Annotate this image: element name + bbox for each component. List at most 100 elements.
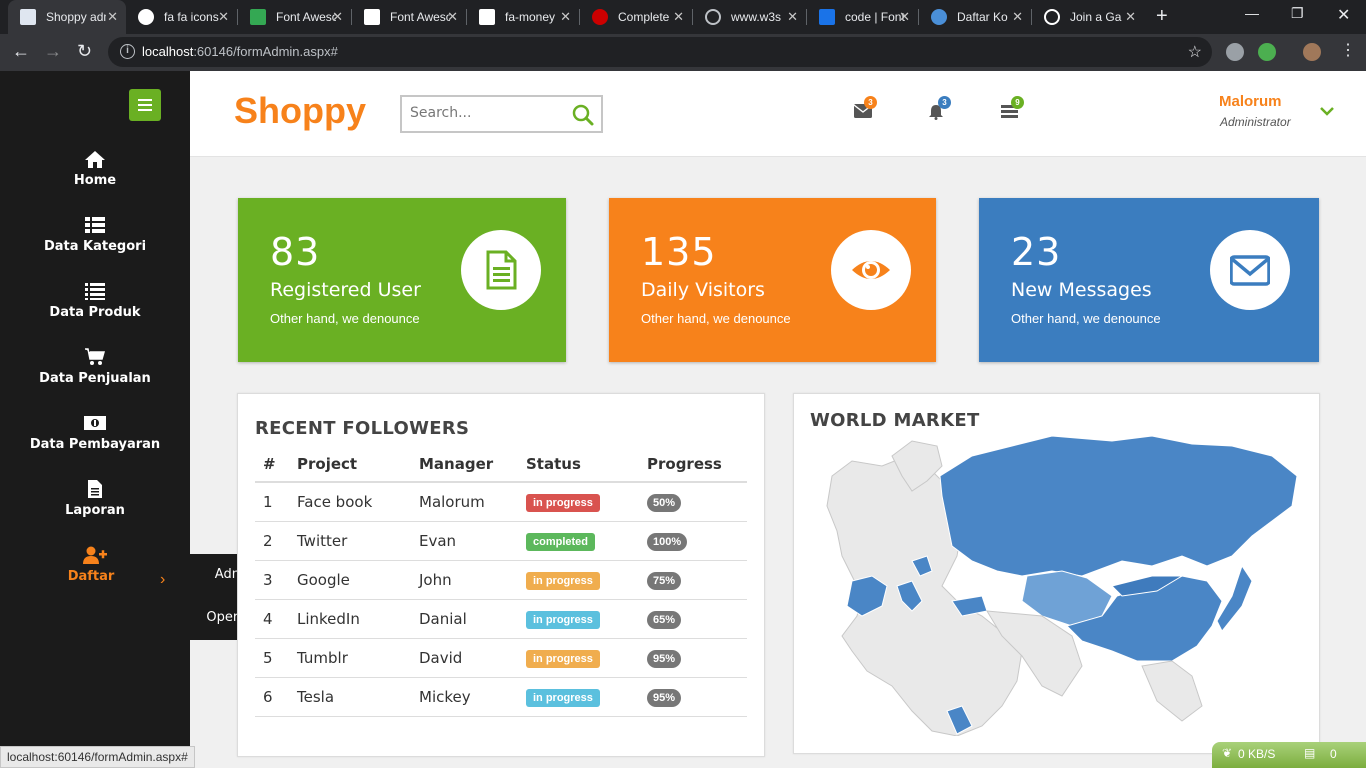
profile-avatar[interactable]	[1303, 43, 1321, 61]
bookmark-star-icon[interactable]: ☆	[1188, 42, 1202, 62]
status-badge: in progress	[526, 610, 600, 629]
table-row: 1 Face book Malorum in progress 50%	[255, 482, 747, 522]
browser-tab[interactable]: code | Font ✕	[807, 0, 918, 34]
world-market-panel: WORLD MARKET	[793, 393, 1320, 754]
stat-subtitle: Other hand, we denounce	[1011, 311, 1161, 326]
menu-toggle-button[interactable]	[129, 89, 161, 121]
browser-tab[interactable]: www.w3s ✕	[693, 0, 806, 34]
close-tab-icon[interactable]: ✕	[1125, 10, 1136, 23]
stat-subtitle: Other hand, we denounce	[270, 311, 420, 326]
flag-icon	[479, 9, 495, 25]
home-icon	[85, 151, 105, 168]
hamburger-line	[138, 109, 152, 111]
list-icon	[85, 217, 105, 233]
restore-button[interactable]: ❐	[1291, 5, 1304, 22]
new-tab-button[interactable]: +	[1156, 6, 1168, 26]
back-icon[interactable]: ←	[12, 41, 30, 61]
download-count: 0	[1330, 747, 1337, 761]
close-tab-icon[interactable]: ✕	[447, 10, 458, 23]
globe-icon	[705, 9, 721, 25]
world-map[interactable]	[812, 436, 1302, 736]
tasks-button[interactable]: 9	[1001, 96, 1024, 124]
info-icon[interactable]: i	[120, 44, 135, 59]
notifications-badge: 3	[938, 96, 951, 109]
close-tab-icon[interactable]: ✕	[1012, 10, 1023, 23]
reload-icon[interactable]: ↻	[77, 41, 92, 61]
close-tab-icon[interactable]: ✕	[899, 10, 910, 23]
close-tab-icon[interactable]: ✕	[673, 10, 684, 23]
browser-toolbar: ← → ↻ i localhost:60146/formAdmin.aspx# …	[0, 34, 1366, 71]
stat-icon-circle	[1210, 230, 1290, 310]
network-monitor-widget: ❦ 0 KB/S ▤ 0	[1212, 742, 1366, 768]
stat-card-new-messages[interactable]: 23 New Messages Other hand, we denounce	[979, 198, 1319, 362]
close-tab-icon[interactable]: ✕	[787, 10, 798, 23]
quora-icon	[1044, 9, 1060, 25]
url-text[interactable]: localhost:60146/formAdmin.aspx#	[142, 44, 338, 59]
chevron-down-icon[interactable]	[1319, 105, 1335, 117]
close-tab-icon[interactable]: ✕	[107, 10, 118, 23]
sidebar-item-data-pembayaran[interactable]: Data Pembayaran	[0, 413, 190, 463]
browser-tab[interactable]: Font Awesome ✕	[352, 0, 466, 34]
stat-title: New Messages	[1011, 279, 1152, 301]
stat-icon-circle	[831, 230, 911, 310]
browser-tab[interactable]: Font Awesome ✕	[238, 0, 351, 34]
stat-icon-circle	[461, 230, 541, 310]
close-tab-icon[interactable]: ✕	[560, 10, 571, 23]
cart-icon	[85, 348, 105, 365]
globe-icon	[931, 9, 947, 25]
chevron-right-icon[interactable]: ›	[160, 571, 165, 589]
panel-title: RECENT FOLLOWERS	[255, 418, 470, 439]
browser-tab[interactable]: Daftar Ko ✕	[919, 0, 1031, 34]
stat-card-daily-visitors[interactable]: 135 Daily Visitors Other hand, we denoun…	[609, 198, 936, 362]
status-badge: in progress	[526, 688, 600, 707]
more-menu-icon[interactable]: ⋮	[1340, 41, 1356, 61]
eye-icon	[852, 261, 890, 279]
browser-tab[interactable]: fa-money ✕	[467, 0, 579, 34]
user-plus-icon	[83, 546, 107, 564]
followers-table: # Project Manager Status Progress 1 Face…	[255, 447, 747, 717]
column-header: Project	[297, 447, 419, 483]
network-speed: 0 KB/S	[1238, 747, 1276, 761]
document-icon: ▤	[1304, 746, 1316, 760]
browser-tab[interactable]: fa fa icons ✕	[126, 0, 237, 34]
notifications-button[interactable]: 3	[928, 96, 951, 125]
browser-tab[interactable]: Complete ✕	[580, 0, 692, 34]
extension-icon[interactable]	[1226, 43, 1244, 61]
stat-card-registered-user[interactable]: 83 Registered User Other hand, we denoun…	[238, 198, 566, 362]
sidebar-item-home[interactable]: Home	[0, 149, 190, 199]
address-bar[interactable]: i localhost:60146/formAdmin.aspx# ☆	[108, 37, 1212, 67]
extension-icon[interactable]	[1258, 43, 1276, 61]
search-input[interactable]	[410, 105, 570, 121]
messages-button[interactable]: 3	[853, 96, 877, 123]
column-header: #	[255, 447, 297, 483]
flag-icon	[819, 9, 835, 25]
sidebar-item-data-kategori[interactable]: Data Kategori	[0, 215, 190, 265]
leaf-icon: ❦	[1222, 746, 1233, 760]
close-tab-icon[interactable]: ✕	[332, 10, 343, 23]
sidebar-item-data-penjualan[interactable]: Data Penjualan	[0, 347, 190, 397]
table-header-row: # Project Manager Status Progress	[255, 447, 747, 483]
table-row: 6 Tesla Mickey in progress 95%	[255, 677, 747, 717]
column-header: Progress	[647, 447, 747, 483]
user-name[interactable]: Malorum	[1219, 93, 1282, 110]
user-role: Administrator	[1220, 115, 1291, 129]
progress-badge: 65%	[647, 610, 682, 629]
progress-badge: 50%	[647, 493, 682, 512]
browser-tab[interactable]: Shoppy admin ✕	[8, 0, 126, 34]
browser-tab[interactable]: Join a Ga ✕	[1032, 0, 1144, 34]
status-badge: completed	[526, 532, 596, 551]
sidebar-item-laporan[interactable]: Laporan	[0, 479, 190, 529]
status-badge: in progress	[526, 649, 600, 668]
close-window-button[interactable]: ✕	[1337, 5, 1350, 25]
progress-badge: 100%	[647, 532, 688, 551]
close-tab-icon[interactable]: ✕	[218, 10, 229, 23]
google-icon	[138, 9, 154, 25]
file-text-icon	[486, 250, 517, 290]
sidebar-item-data-produk[interactable]: Data Produk	[0, 281, 190, 331]
minimize-button[interactable]: —	[1245, 5, 1259, 21]
brand-logo[interactable]: Shoppy	[234, 90, 366, 132]
flag-icon	[364, 9, 380, 25]
search-icon[interactable]	[571, 103, 595, 127]
sheet-icon	[250, 9, 266, 25]
forward-icon[interactable]: →	[44, 41, 62, 61]
